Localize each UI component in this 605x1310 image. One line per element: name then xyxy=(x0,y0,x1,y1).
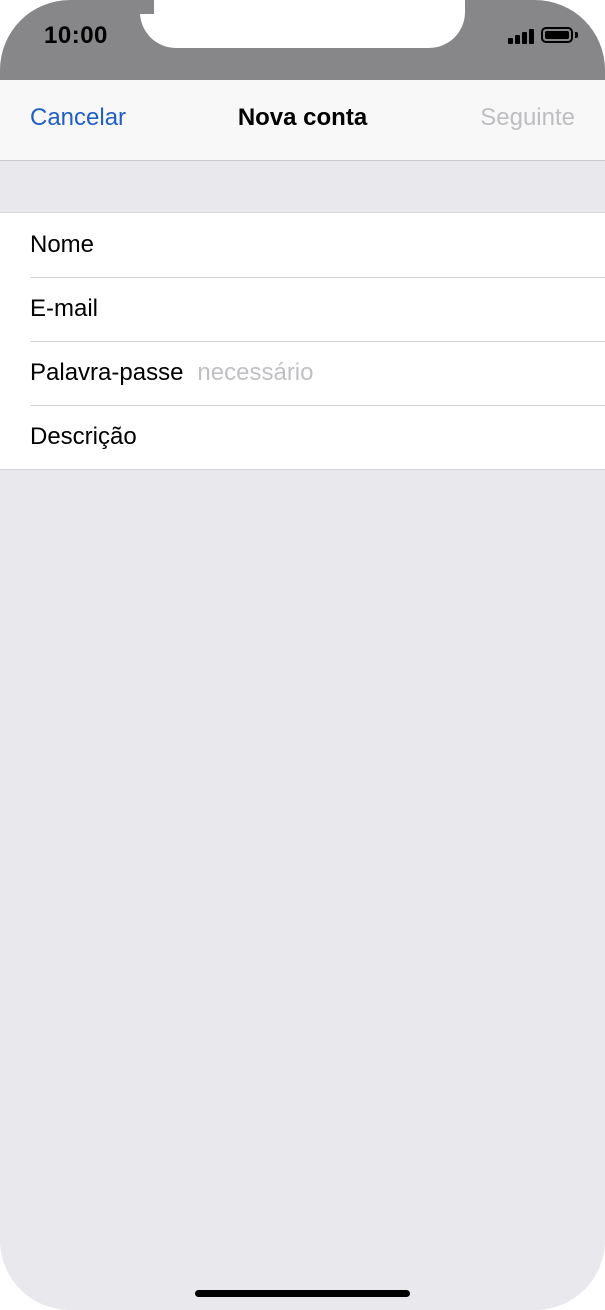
account-form: Nome E-mail Palavra-passe necessário Des… xyxy=(0,212,605,470)
cellular-signal-icon xyxy=(508,28,534,44)
password-field-label: Palavra-passe xyxy=(30,359,184,386)
password-field[interactable]: Palavra-passe necessário xyxy=(0,341,605,405)
status-time: 10:00 xyxy=(44,22,108,49)
device-notch xyxy=(140,0,465,48)
battery-icon xyxy=(541,27,573,43)
name-field[interactable]: Nome xyxy=(0,213,605,277)
battery-cap xyxy=(575,32,578,38)
home-indicator[interactable] xyxy=(195,1290,410,1297)
description-field-label: Descrição xyxy=(30,423,137,450)
name-field-label: Nome xyxy=(30,231,95,258)
navigation-bar: Cancelar Nova conta Seguinte xyxy=(0,80,605,161)
new-account-sheet: Cancelar Nova conta Seguinte Nome E-mail… xyxy=(0,80,605,1310)
description-field[interactable]: Descrição xyxy=(0,405,605,469)
battery-level-fill xyxy=(545,31,569,39)
email-field[interactable]: E-mail xyxy=(0,277,605,341)
status-bar: 10:00 xyxy=(0,0,605,80)
next-button[interactable]: Seguinte xyxy=(480,104,575,132)
email-field-label: E-mail xyxy=(30,295,99,322)
device-screen: 10:00 Cancelar Nova conta Seguinte Nome … xyxy=(0,0,605,1310)
password-field-placeholder: necessário xyxy=(197,359,314,386)
